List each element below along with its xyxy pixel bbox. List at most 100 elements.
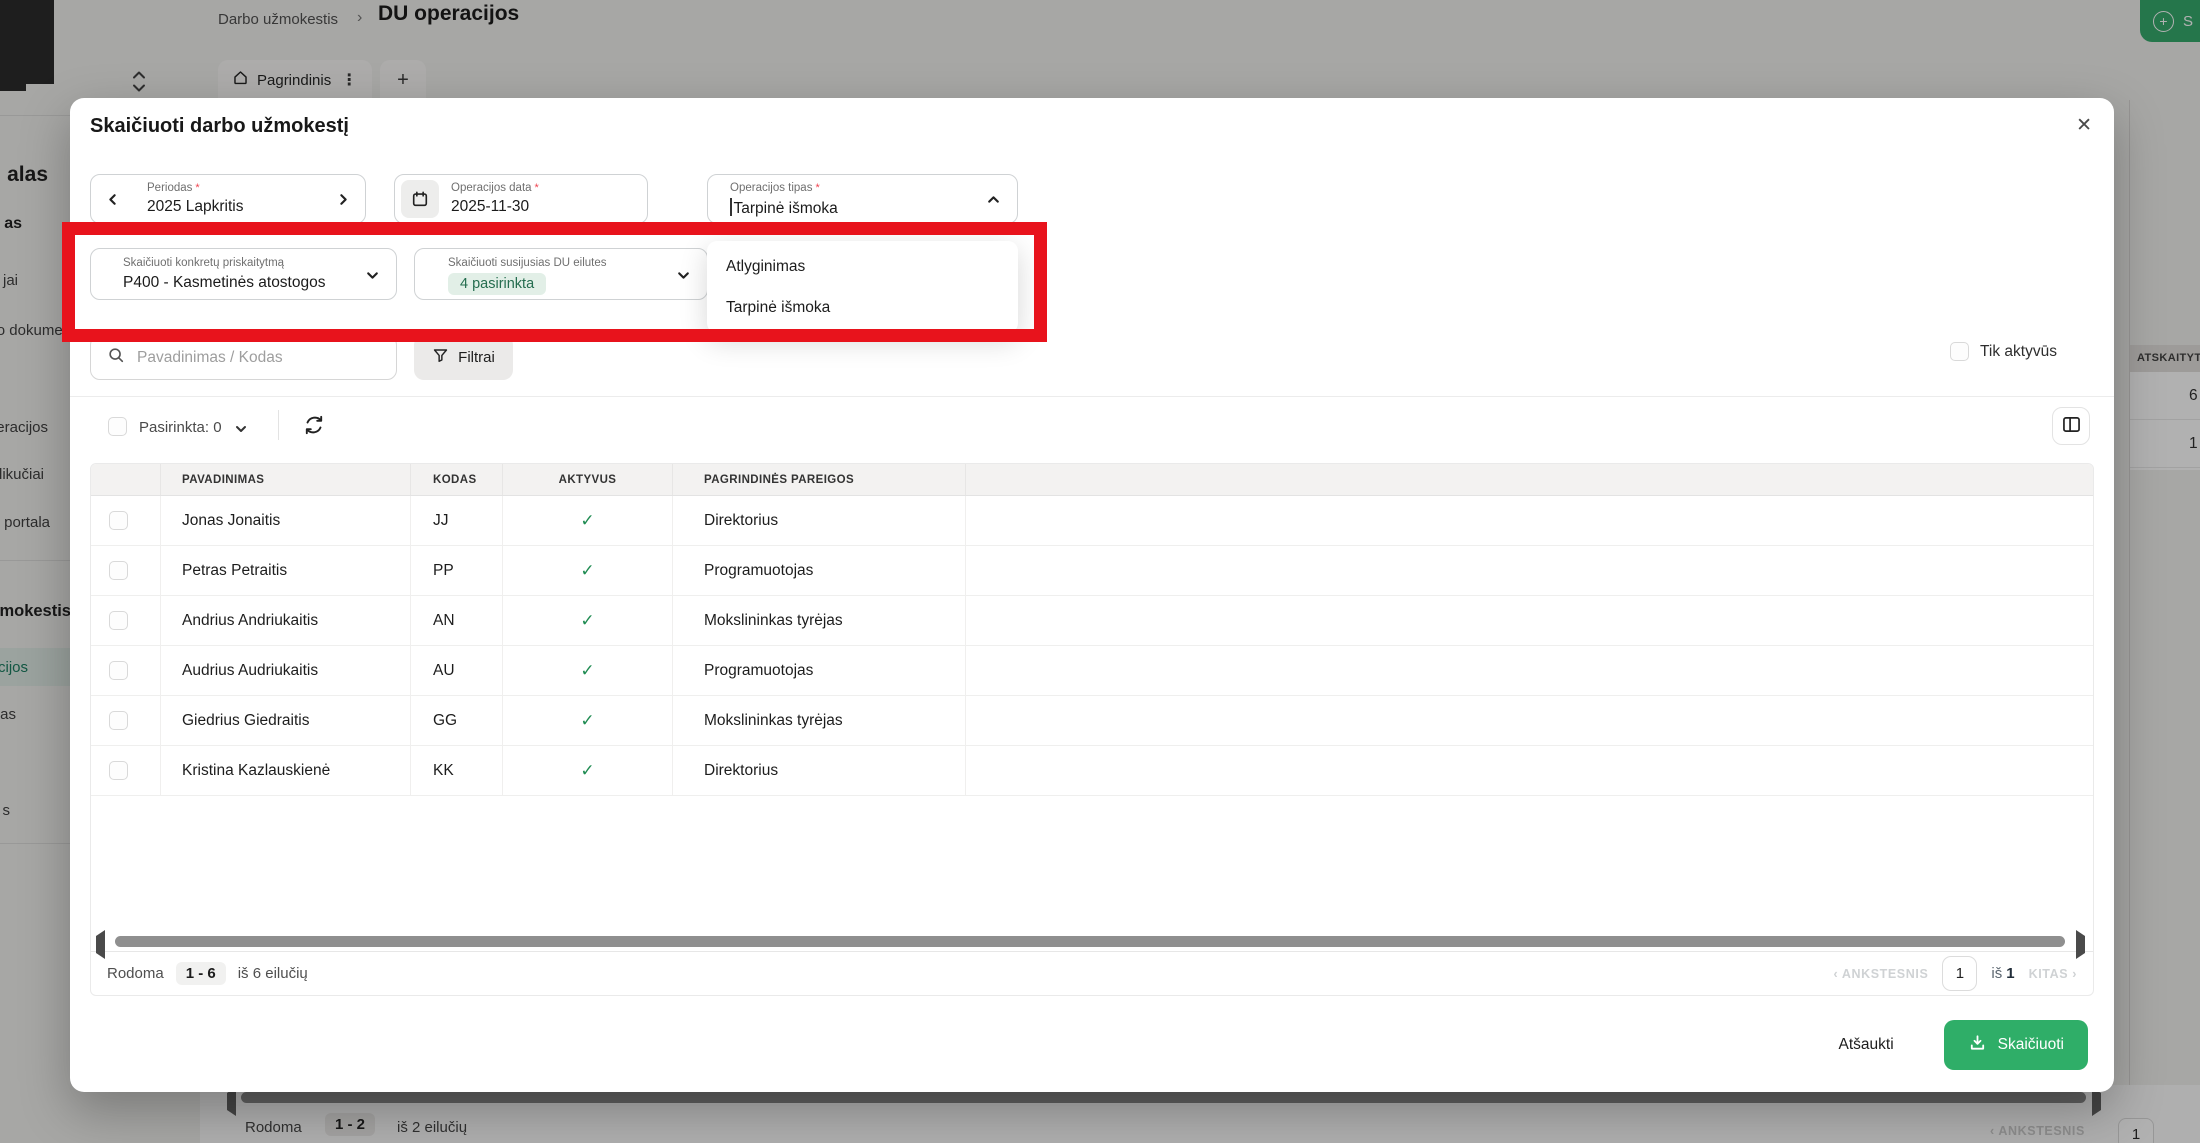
operation-type-value: Tarpinė išmoka bbox=[734, 200, 838, 217]
table-empty-space bbox=[91, 796, 2093, 933]
period-field[interactable]: Periodas* 2025 Lapkritis bbox=[90, 174, 366, 224]
employee-code-cell: JJ bbox=[411, 496, 503, 545]
active-check-icon: ✓ bbox=[580, 511, 594, 531]
table-header: PAVADINIMAS bbox=[161, 464, 411, 495]
only-active-toggle: Tik aktyvūs bbox=[1950, 342, 2057, 361]
scroll-left-icon[interactable] bbox=[96, 936, 105, 954]
horizontal-scrollbar-thumb[interactable] bbox=[115, 936, 2065, 947]
operation-date-value: 2025-11-30 bbox=[451, 198, 529, 216]
employee-position-cell: Programuotojas bbox=[673, 646, 966, 695]
specific-accrual-field[interactable]: Skaičiuoti konkretų priskaitytmą P400 - … bbox=[90, 248, 397, 300]
required-asterisk: * bbox=[815, 182, 819, 194]
empty-cell bbox=[966, 646, 2093, 695]
chevron-down-icon[interactable] bbox=[676, 268, 691, 288]
of-label: iš bbox=[1991, 965, 2002, 982]
table-row: Audrius Audriukaitis AU ✓ Programuotojas bbox=[91, 646, 2093, 696]
modal-title: Skaičiuoti darbo užmokestį bbox=[90, 115, 349, 138]
employee-code-cell: PP bbox=[411, 546, 503, 595]
required-asterisk: * bbox=[535, 182, 539, 194]
empty-cell bbox=[966, 496, 2093, 545]
column-settings-button[interactable] bbox=[2052, 407, 2090, 445]
chevron-down-icon[interactable] bbox=[365, 268, 380, 288]
total-pages: 1 bbox=[2006, 965, 2014, 982]
table-row: Jonas Jonaitis JJ ✓ Direktorius bbox=[91, 496, 2093, 546]
required-asterisk: * bbox=[195, 182, 199, 194]
screen: Darbo užmokestis › DU operacijos Pagrind… bbox=[0, 0, 2200, 1143]
operation-type-label: Operacijos tipas bbox=[730, 182, 812, 194]
active-check-icon: ✓ bbox=[580, 661, 594, 681]
table-header-empty bbox=[966, 464, 2093, 495]
related-lines-label: Skaičiuoti susijusias DU eilutes bbox=[448, 257, 607, 269]
row-checkbox[interactable] bbox=[109, 611, 128, 630]
row-checkbox[interactable] bbox=[109, 561, 128, 580]
funnel-icon bbox=[432, 347, 449, 368]
close-icon[interactable]: ✕ bbox=[2076, 114, 2092, 137]
divider bbox=[278, 410, 279, 440]
current-page-box[interactable]: 1 bbox=[1942, 956, 1977, 991]
selection-chevron-down-icon[interactable] bbox=[234, 422, 248, 441]
row-checkbox[interactable] bbox=[109, 761, 128, 780]
employee-position-cell: Direktorius bbox=[673, 496, 966, 545]
scroll-right-icon[interactable] bbox=[2076, 936, 2085, 954]
dropdown-option[interactable]: Tarpinė išmoka bbox=[707, 287, 1018, 328]
active-check-icon: ✓ bbox=[580, 561, 594, 581]
specific-accrual-value: P400 - Kasmetinės atostogos bbox=[123, 274, 325, 292]
next-page-button[interactable]: KITAS › bbox=[2029, 967, 2077, 981]
calculate-button[interactable]: Skaičiuoti bbox=[1944, 1020, 2088, 1070]
search-icon bbox=[107, 346, 125, 369]
select-all-checkbox[interactable] bbox=[108, 417, 127, 436]
employee-code-cell: KK bbox=[411, 746, 503, 795]
calculate-button-label: Skaičiuoti bbox=[1998, 1036, 2064, 1054]
table-header: PAGRINDINĖS PAREIGOS bbox=[673, 464, 966, 495]
operation-date-field[interactable]: Operacijos data* 2025-11-30 bbox=[394, 174, 648, 224]
employee-code-cell: GG bbox=[411, 696, 503, 745]
previous-page-button[interactable]: ‹ ANKSTESNIS bbox=[1833, 967, 1928, 981]
only-active-checkbox[interactable] bbox=[1950, 342, 1969, 361]
employee-position-cell: Mokslininkas tyrėjas bbox=[673, 596, 966, 645]
table-row: Andrius Andriukaitis AN ✓ Mokslininkas t… bbox=[91, 596, 2093, 646]
table-header: KODAS bbox=[411, 464, 503, 495]
table-pagination: Rodoma 1 - 6 iš 6 eilučių ‹ ANKSTESNIS 1… bbox=[91, 951, 2093, 995]
employee-name-cell: Petras Petraitis bbox=[161, 546, 411, 595]
refresh-icon[interactable] bbox=[303, 414, 325, 441]
chevron-up-icon[interactable] bbox=[986, 192, 1001, 212]
related-lines-field[interactable]: Skaičiuoti susijusias DU eilutes 4 pasir… bbox=[414, 248, 708, 300]
employee-position-cell: Direktorius bbox=[673, 746, 966, 795]
row-checkbox[interactable] bbox=[109, 661, 128, 680]
employee-name-cell: Giedrius Giedraitis bbox=[161, 696, 411, 745]
showing-label: Rodoma bbox=[107, 965, 164, 982]
table-row: Kristina Kazlauskienė KK ✓ Direktorius bbox=[91, 746, 2093, 796]
table-header-checkbox-col bbox=[91, 464, 161, 495]
filters-button[interactable]: Filtrai bbox=[414, 335, 513, 380]
empty-cell bbox=[966, 596, 2093, 645]
period-next-icon[interactable] bbox=[336, 192, 351, 212]
specific-accrual-label: Skaičiuoti konkretų priskaitytmą bbox=[123, 257, 284, 269]
operation-date-label: Operacijos data bbox=[451, 182, 532, 194]
range-badge: 1 - 6 bbox=[176, 962, 226, 985]
period-prev-icon[interactable] bbox=[105, 192, 120, 212]
table-header: AKTYVUS bbox=[503, 464, 673, 495]
cancel-button[interactable]: Atšaukti bbox=[1833, 1035, 1900, 1055]
divider bbox=[70, 396, 2114, 397]
dropdown-option[interactable]: Atlyginimas bbox=[707, 246, 1018, 287]
employee-table: PAVADINIMAS KODAS AKTYVUS PAGRINDINĖS PA… bbox=[90, 463, 2094, 996]
row-checkbox[interactable] bbox=[109, 711, 128, 730]
table-row: Giedrius Giedraitis GG ✓ Mokslininkas ty… bbox=[91, 696, 2093, 746]
total-rows-label: iš 6 eilučių bbox=[238, 965, 308, 982]
columns-icon bbox=[2062, 416, 2081, 436]
calculate-salary-modal: Skaičiuoti darbo užmokestį ✕ Periodas* 2… bbox=[70, 98, 2114, 1092]
selected-count-badge: 4 pasirinkta bbox=[448, 273, 546, 295]
search-input[interactable] bbox=[135, 348, 359, 368]
row-checkbox[interactable] bbox=[109, 511, 128, 530]
active-check-icon: ✓ bbox=[580, 611, 594, 631]
employee-code-cell: AU bbox=[411, 646, 503, 695]
operation-type-field[interactable]: Operacijos tipas* Tarpinė išmoka bbox=[707, 174, 1018, 224]
period-value: 2025 Lapkritis bbox=[147, 198, 244, 216]
employee-position-cell: Programuotojas bbox=[673, 546, 966, 595]
table-row: Petras Petraitis PP ✓ Programuotojas bbox=[91, 546, 2093, 596]
operation-type-dropdown: Atlyginimas Tarpinė išmoka bbox=[707, 241, 1018, 333]
table-horizontal-scroll bbox=[91, 933, 2093, 951]
calendar-icon[interactable] bbox=[401, 180, 439, 218]
employee-name-cell: Audrius Audriukaitis bbox=[161, 646, 411, 695]
only-active-label: Tik aktyvūs bbox=[1980, 343, 2057, 361]
